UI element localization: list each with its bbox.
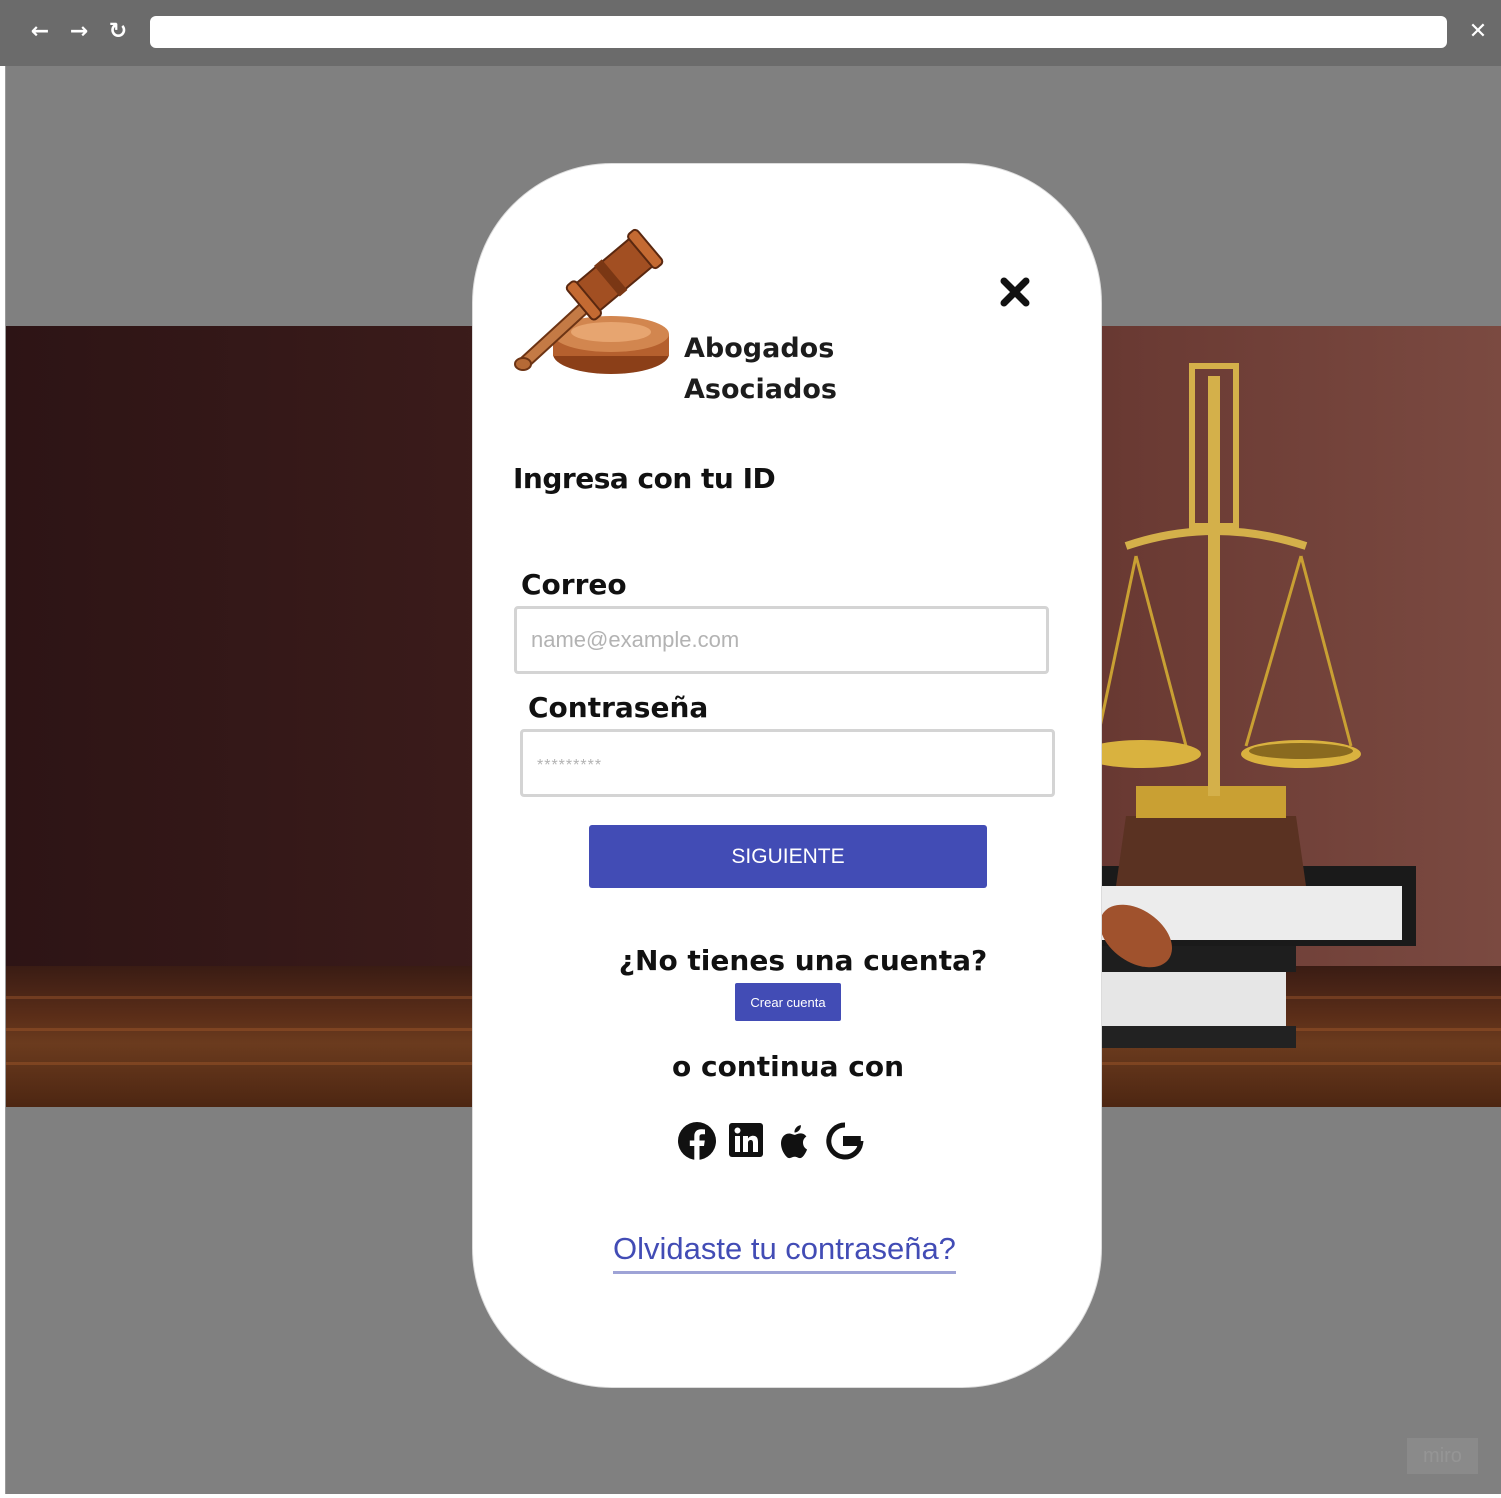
miro-watermark: miro [1407,1438,1478,1474]
no-account-text: ¿No tienes una cuenta? [618,944,988,977]
continue-with-text: o continua con [671,1050,904,1083]
close-icon[interactable] [995,272,1035,312]
create-account-button[interactable]: Crear cuenta [735,983,841,1021]
address-bar[interactable] [150,16,1447,48]
browser-toolbar: ← → ↻ ✕ [0,0,1501,66]
forward-icon[interactable]: → [65,18,93,46]
login-heading: Ingresa con tu ID [513,462,776,495]
back-icon[interactable]: ← [26,18,54,46]
forgot-password-link[interactable]: Olvidaste tu contraseña? [613,1231,956,1274]
facebook-icon[interactable] [677,1121,717,1161]
reload-icon[interactable]: ↻ [104,18,132,46]
email-label: Correo [521,568,627,601]
gavel-logo [513,226,675,384]
page-bottom-edge [0,1494,1501,1498]
google-icon[interactable] [825,1121,865,1161]
password-field[interactable] [520,729,1055,797]
linkedin-icon[interactable] [728,1121,764,1161]
brand-line-2: Asociados [684,374,837,405]
password-label: Contraseña [528,691,709,724]
page-backdrop: Abogados Asociados Ingresa con tu ID Cor… [6,66,1501,1494]
brand-name: Abogados Asociados [684,328,837,410]
next-button[interactable]: SIGUIENTE [589,825,987,888]
login-card: Abogados Asociados Ingresa con tu ID Cor… [472,163,1102,1388]
email-field[interactable] [514,606,1049,674]
apple-icon[interactable] [776,1121,810,1161]
close-window-icon[interactable]: ✕ [1464,16,1492,48]
scales-of-justice-illustration [1096,363,1416,1048]
brand-line-1: Abogados [684,333,835,364]
